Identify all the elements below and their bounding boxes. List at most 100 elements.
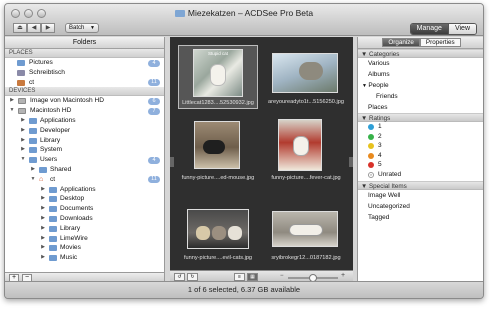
- special-item[interactable]: Tagged: [358, 212, 483, 223]
- tree-item[interactable]: ▼ ⌂ ct 11: [5, 175, 164, 185]
- tree-label: Movies: [60, 244, 81, 252]
- tree-label: Music: [60, 254, 78, 262]
- thumbnail-caption: funny-picture....ed-mouse.jpg: [181, 175, 255, 181]
- rating-item[interactable]: 4: [358, 151, 483, 161]
- zoom-in-icon[interactable]: +: [341, 272, 345, 279]
- home-icon: ⌂: [39, 175, 44, 183]
- tree-item[interactable]: ▶ Library: [5, 136, 164, 146]
- status-bar: 1 of 6 selected, 6.37 GB available: [5, 281, 483, 298]
- left-pane-splitter[interactable]: [170, 157, 174, 167]
- category-item[interactable]: ▼ People: [358, 80, 483, 91]
- device-item-macintosh-hd[interactable]: ▼ Macintosh HD 7: [5, 106, 164, 116]
- tree-item[interactable]: ▶ Music: [5, 253, 164, 263]
- tree-label: Shared: [50, 165, 72, 173]
- thumbnail-item[interactable]: funny-picture....evil-cats.jpg: [178, 201, 258, 265]
- thumbnail-item[interactable]: funny-picture....ed-mouse.jpg: [178, 121, 258, 185]
- thumbnail-item[interactable]: sryibrokegr12...0187182.jpg: [266, 201, 346, 265]
- rating-item[interactable]: × Unrated: [358, 170, 483, 180]
- tree-item[interactable]: ▶ Applications: [5, 185, 164, 195]
- toolbar: Miezekatzen – ACDSee Pro Beta ⏏ ◀ ▶ Batc…: [5, 4, 483, 36]
- tree-item[interactable]: ▶ System: [5, 145, 164, 155]
- device-item-image-hd[interactable]: ▶ Image von Macintosh HD 6: [5, 96, 164, 106]
- count-badge: 6: [148, 97, 160, 105]
- tab-organize[interactable]: Organize: [382, 38, 420, 47]
- tree-item[interactable]: ▶ Applications: [5, 116, 164, 126]
- categories-section-header[interactable]: ▼ Categories: [358, 49, 483, 58]
- folder-icon: [29, 157, 37, 164]
- disclosure-triangle-icon[interactable]: ▶: [19, 126, 27, 136]
- disclosure-triangle-icon[interactable]: ▶: [19, 116, 27, 126]
- tree-item[interactable]: ▶ Downloads: [5, 214, 164, 224]
- tree-item[interactable]: ▶ Shared: [5, 165, 164, 175]
- special-item[interactable]: Uncategorized: [358, 201, 483, 212]
- list-view-icon[interactable]: ≡: [234, 273, 245, 281]
- rating-item[interactable]: 5: [358, 160, 483, 170]
- cat-shape: [212, 226, 226, 240]
- disclosure-triangle-icon[interactable]: ▶: [39, 234, 47, 244]
- place-item-schreibtisch[interactable]: Schreibtisch: [5, 68, 164, 78]
- batch-dropdown[interactable]: Batch ▼: [65, 23, 99, 33]
- place-item-pictures[interactable]: Pictures 4: [5, 58, 164, 68]
- count-badge: 4: [148, 59, 160, 67]
- disclosure-triangle-icon[interactable]: ▶: [39, 204, 47, 214]
- disclosure-triangle-icon[interactable]: ▶: [39, 243, 47, 253]
- rotate-right-icon[interactable]: ↻: [187, 273, 198, 281]
- folder-icon: [49, 235, 57, 242]
- forward-button[interactable]: ▶: [41, 23, 55, 33]
- tree-item[interactable]: ▶ Movies: [5, 243, 164, 253]
- special-items-section-header[interactable]: ▼ Special Items: [358, 181, 483, 190]
- disclosure-triangle-icon[interactable]: ▶: [39, 194, 47, 204]
- tree-item[interactable]: ▶ Documents: [5, 204, 164, 214]
- disclosure-triangle-icon[interactable]: ▶: [19, 136, 27, 146]
- cat-shape: [196, 226, 210, 240]
- rating-item[interactable]: 3: [358, 141, 483, 151]
- tree-item[interactable]: ▶ LimeWire: [5, 234, 164, 244]
- tree-item[interactable]: ▶ Library: [5, 224, 164, 234]
- disclosure-triangle-icon[interactable]: ▼: [29, 175, 37, 185]
- rating-item[interactable]: 1: [358, 122, 483, 132]
- category-item[interactable]: Friends: [358, 91, 483, 102]
- disclosure-triangle-icon[interactable]: ▶: [19, 145, 27, 155]
- rating-label: 5: [378, 161, 382, 168]
- disclosure-triangle-icon[interactable]: ▶: [39, 224, 47, 234]
- category-item[interactable]: Albums: [358, 69, 483, 80]
- disclosure-triangle-icon[interactable]: ▶: [8, 96, 16, 106]
- thumbnail-item[interactable]: Stupid cat Littlecat1283....52530932.jpg: [178, 45, 258, 109]
- back-button[interactable]: ◀: [27, 23, 41, 33]
- rating-item[interactable]: 2: [358, 132, 483, 142]
- thumbnail-item[interactable]: areyoureadyto1t...5156250.jpg: [266, 45, 346, 109]
- thumbnail-image: [278, 119, 322, 171]
- folder-icon: [49, 215, 57, 222]
- special-item[interactable]: Image Well: [358, 190, 483, 201]
- tree-item[interactable]: ▼ Users 4: [5, 155, 164, 165]
- right-pane-splitter[interactable]: [349, 157, 353, 167]
- disclosure-triangle-icon[interactable]: ▶: [39, 253, 47, 263]
- rating-dot-icon: [368, 133, 374, 140]
- tree-label: Library: [60, 224, 81, 232]
- disclosure-triangle-icon[interactable]: ▼: [8, 106, 16, 116]
- zoom-out-icon[interactable]: −: [280, 273, 284, 279]
- eject-button[interactable]: ⏏: [13, 23, 27, 33]
- cat-shape: [299, 62, 323, 80]
- disclosure-triangle-icon[interactable]: ▶: [39, 214, 47, 224]
- ratings-section-header[interactable]: ▼ Ratings: [358, 113, 483, 122]
- place-item-ct[interactable]: ct 11: [5, 78, 164, 88]
- tree-item[interactable]: ▶ Developer: [5, 126, 164, 136]
- rotate-left-icon[interactable]: ↺: [174, 273, 185, 281]
- grid-view-icon[interactable]: ▦: [247, 273, 258, 281]
- view-mode-button[interactable]: View: [447, 24, 476, 34]
- folder-icon: [49, 186, 57, 193]
- manage-mode-button[interactable]: Manage: [410, 24, 448, 34]
- category-item[interactable]: Various: [358, 58, 483, 69]
- disclosure-triangle-icon[interactable]: ▶: [29, 165, 37, 175]
- tab-properties[interactable]: Properties: [419, 38, 461, 47]
- thumbnail-item[interactable]: funny-picture....fever-cat.jpg: [266, 119, 346, 185]
- category-item[interactable]: Places: [358, 102, 483, 113]
- disclosure-triangle-icon[interactable]: ▶: [39, 185, 47, 195]
- cat-shape: [210, 64, 226, 86]
- disclosure-triangle-icon[interactable]: ▼: [19, 155, 27, 165]
- tree-item[interactable]: ▶ Desktop: [5, 194, 164, 204]
- unrated-icon: ×: [368, 171, 374, 178]
- tree-label: Desktop: [60, 195, 85, 203]
- thumbnail-caption: Littlecat1283....52530932.jpg: [182, 100, 254, 106]
